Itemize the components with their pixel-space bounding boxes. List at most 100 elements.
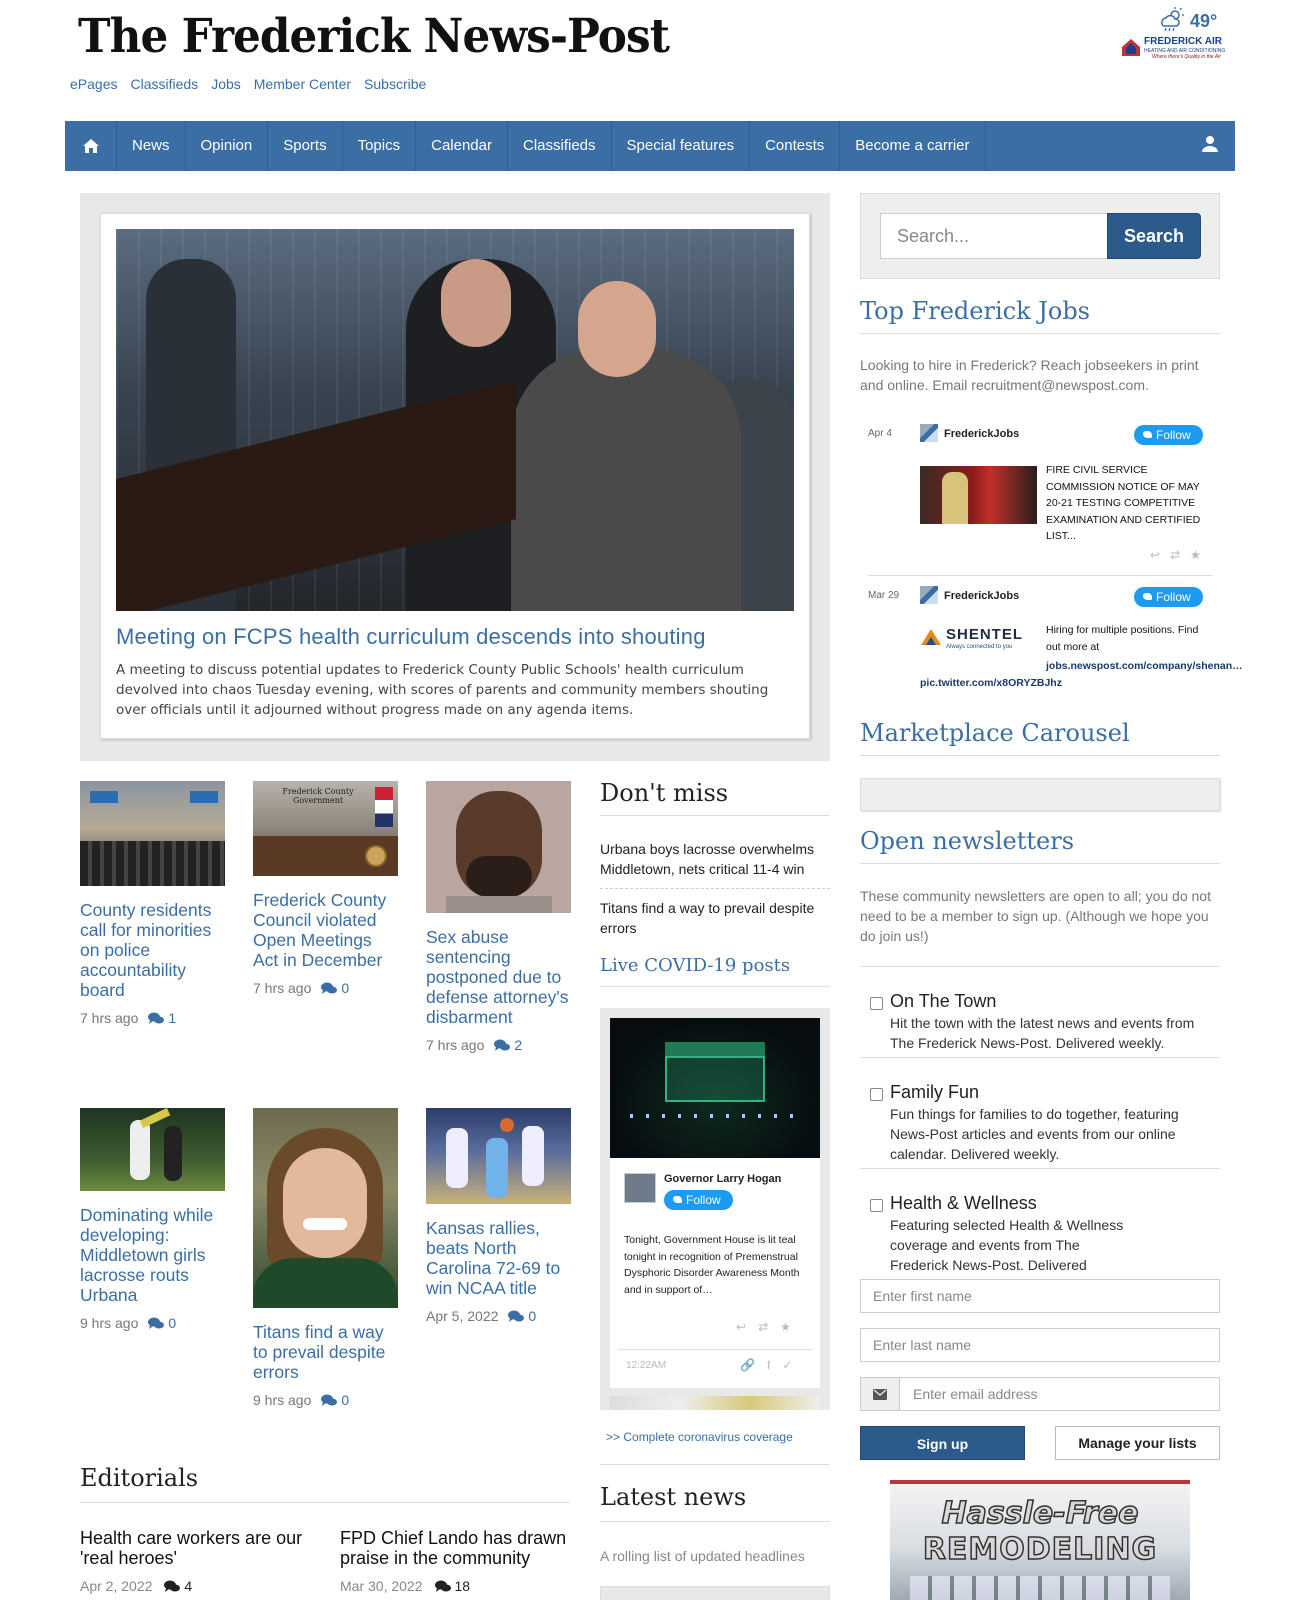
email-field[interactable]: Enter email address [860, 1377, 1220, 1411]
story-thumbnail[interactable] [80, 781, 225, 886]
latest-news-title: Latest news [600, 1483, 830, 1522]
like-icon[interactable]: ★ [780, 1320, 791, 1334]
job-tweet-image[interactable] [920, 466, 1037, 524]
job-tweet-avatar[interactable] [920, 586, 938, 604]
story-comments[interactable]: 1 [148, 1010, 176, 1026]
marketplace-title[interactable]: Marketplace Carousel [860, 719, 1220, 756]
story-headline[interactable]: Sex abuse sentencing postponed due to de… [426, 927, 571, 1027]
editorial-headline[interactable]: Health care workers are our 'real heroes… [80, 1528, 312, 1568]
follow-button[interactable]: Follow [1134, 425, 1203, 445]
twitter-icon[interactable]: ✓ [782, 1358, 792, 1372]
nav-sports[interactable]: Sports [268, 121, 343, 171]
jobs-title[interactable]: Top Frederick Jobs [860, 297, 1220, 334]
story-thumbnail[interactable] [426, 1108, 571, 1204]
newsletter-name[interactable]: On The Town [890, 991, 996, 1012]
nav-calendar[interactable]: Calendar [416, 121, 508, 171]
comments-icon [321, 982, 338, 994]
story-comments[interactable]: 0 [508, 1308, 536, 1324]
editorial-comments[interactable]: 18 [434, 1578, 470, 1594]
dont-miss-item[interactable]: Urbana boys lacrosse overwhelms Middleto… [600, 830, 830, 889]
reply-icon[interactable]: ↩ [736, 1320, 746, 1334]
story-headline[interactable]: Dominating while developing: Middletown … [80, 1205, 225, 1305]
job-tweet-image[interactable]: SHENTEL Always connected to you [920, 626, 1040, 656]
advertisement[interactable]: Hassle-Free REMODELING [890, 1480, 1190, 1600]
newsletter-option: On The Town Hit the town with the latest… [860, 966, 1220, 1057]
home-button[interactable] [65, 121, 117, 171]
story-thumbnail[interactable] [80, 1108, 225, 1191]
marketplace-carousel[interactable] [860, 778, 1220, 811]
link-classifieds[interactable]: Classifieds [130, 76, 198, 92]
manage-lists-button[interactable]: Manage your lists [1055, 1426, 1220, 1460]
nav-become-a-carrier[interactable]: Become a carrier [840, 121, 986, 171]
tweet-image[interactable] [610, 1018, 820, 1158]
job-tweet-date[interactable]: Mar 29 [868, 590, 899, 601]
job-tweet-account[interactable]: FrederickJobs [944, 590, 1019, 602]
newsletter-name[interactable]: Health & Wellness [890, 1193, 1037, 1214]
facebook-icon[interactable]: f [767, 1358, 770, 1372]
story-headline[interactable]: Frederick County Council violated Open M… [253, 890, 398, 970]
nav-opinion[interactable]: Opinion [186, 121, 269, 171]
tweet-avatar[interactable] [624, 1173, 656, 1203]
retweet-icon[interactable]: ⇄ [758, 1320, 768, 1334]
newsletter-checkbox[interactable] [870, 997, 883, 1010]
like-icon[interactable]: ★ [1190, 548, 1201, 562]
job-tweet-account[interactable]: FrederickJobs [944, 428, 1019, 440]
follow-button[interactable]: Follow [1134, 587, 1203, 607]
tweet-card[interactable]: Governor Larry Hogan Follow Tonight, Gov… [610, 1018, 820, 1388]
tweet-author[interactable]: Governor Larry Hogan [664, 1173, 781, 1185]
nav-topics[interactable]: Topics [343, 121, 417, 171]
retweet-icon[interactable]: ⇄ [1170, 548, 1180, 562]
job-tweet: Mar 29 FrederickJobs Follow SHENTEL Alwa… [868, 586, 1243, 691]
story-thumbnail[interactable] [426, 781, 571, 913]
lead-story-photo[interactable] [116, 229, 794, 611]
job-tweet-date[interactable]: Apr 4 [868, 428, 892, 439]
nav-news[interactable]: News [117, 121, 186, 171]
story-headline[interactable]: County residents call for minorities on … [80, 900, 225, 1000]
search-input[interactable]: Search... [880, 213, 1108, 259]
link-jobs[interactable]: Jobs [211, 76, 241, 92]
story-thumbnail[interactable]: Frederick County Government [253, 781, 398, 876]
story-time: 9 hrs ago [253, 1392, 312, 1408]
link-epages[interactable]: ePages [70, 76, 117, 92]
story-comments[interactable]: 0 [148, 1315, 176, 1331]
story-thumbnail[interactable] [253, 1108, 398, 1308]
link-icon[interactable]: 🔗 [740, 1358, 755, 1372]
story-headline[interactable]: Kansas rallies, beats North Carolina 72-… [426, 1218, 571, 1298]
reply-icon[interactable]: ↩ [1150, 548, 1160, 562]
comments-icon [434, 1580, 451, 1592]
user-account-button[interactable] [1201, 135, 1219, 158]
first-name-field[interactable]: Enter first name [860, 1279, 1220, 1313]
complete-coronavirus-coverage-link[interactable]: >> Complete coronavirus coverage [606, 1430, 793, 1444]
weather-sponsor-logo[interactable]: FREDERICK AIR HEATING AND AIR CONDITIONI… [1120, 34, 1232, 62]
covid-section-title[interactable]: Live COVID-19 posts [600, 955, 830, 987]
story-comments[interactable]: 0 [321, 1392, 349, 1408]
search-button[interactable]: Search [1107, 213, 1201, 259]
weather-widget[interactable]: 49° [1158, 6, 1217, 37]
newsletter-checkbox[interactable] [870, 1088, 883, 1101]
dont-miss-item[interactable]: Titans find a way to prevail despite err… [600, 889, 830, 947]
job-tweet-link[interactable]: jobs.newspost.com/company/shenan… pic.tw… [920, 658, 1243, 691]
link-member-center[interactable]: Member Center [254, 76, 351, 92]
nav-contests[interactable]: Contests [750, 121, 841, 171]
story-card: Sex abuse sentencing postponed due to de… [426, 781, 571, 1053]
job-tweet-logo-tag: Always connected to you [946, 644, 1013, 650]
newsletter-name[interactable]: Family Fun [890, 1082, 979, 1103]
job-tweet-avatar[interactable] [920, 424, 938, 442]
last-name-field[interactable]: Enter last name [860, 1328, 1220, 1362]
email-placeholder: Enter email address [913, 1386, 1038, 1402]
story-time: 9 hrs ago [80, 1315, 139, 1331]
nav-classifieds[interactable]: Classifieds [508, 121, 612, 171]
nav-special-features[interactable]: Special features [612, 121, 751, 171]
story-comments[interactable]: 0 [321, 980, 349, 996]
newsletter-checkbox[interactable] [870, 1199, 883, 1212]
editorial-headline[interactable]: FPD Chief Lando has drawn praise in the … [340, 1528, 572, 1568]
sign-up-button[interactable]: Sign up [860, 1426, 1025, 1460]
editorial-comments[interactable]: 4 [164, 1578, 192, 1594]
tweet-time[interactable]: 12:22AM [626, 1360, 666, 1371]
lead-story-headline[interactable]: Meeting on FCPS health curriculum descen… [116, 624, 796, 650]
story-headline[interactable]: Titans find a way to prevail despite err… [253, 1322, 398, 1382]
link-subscribe[interactable]: Subscribe [364, 76, 426, 92]
follow-button[interactable]: Follow [664, 1190, 733, 1210]
site-logo[interactable]: The Frederick News-Post [78, 6, 670, 68]
story-comments[interactable]: 2 [494, 1037, 522, 1053]
